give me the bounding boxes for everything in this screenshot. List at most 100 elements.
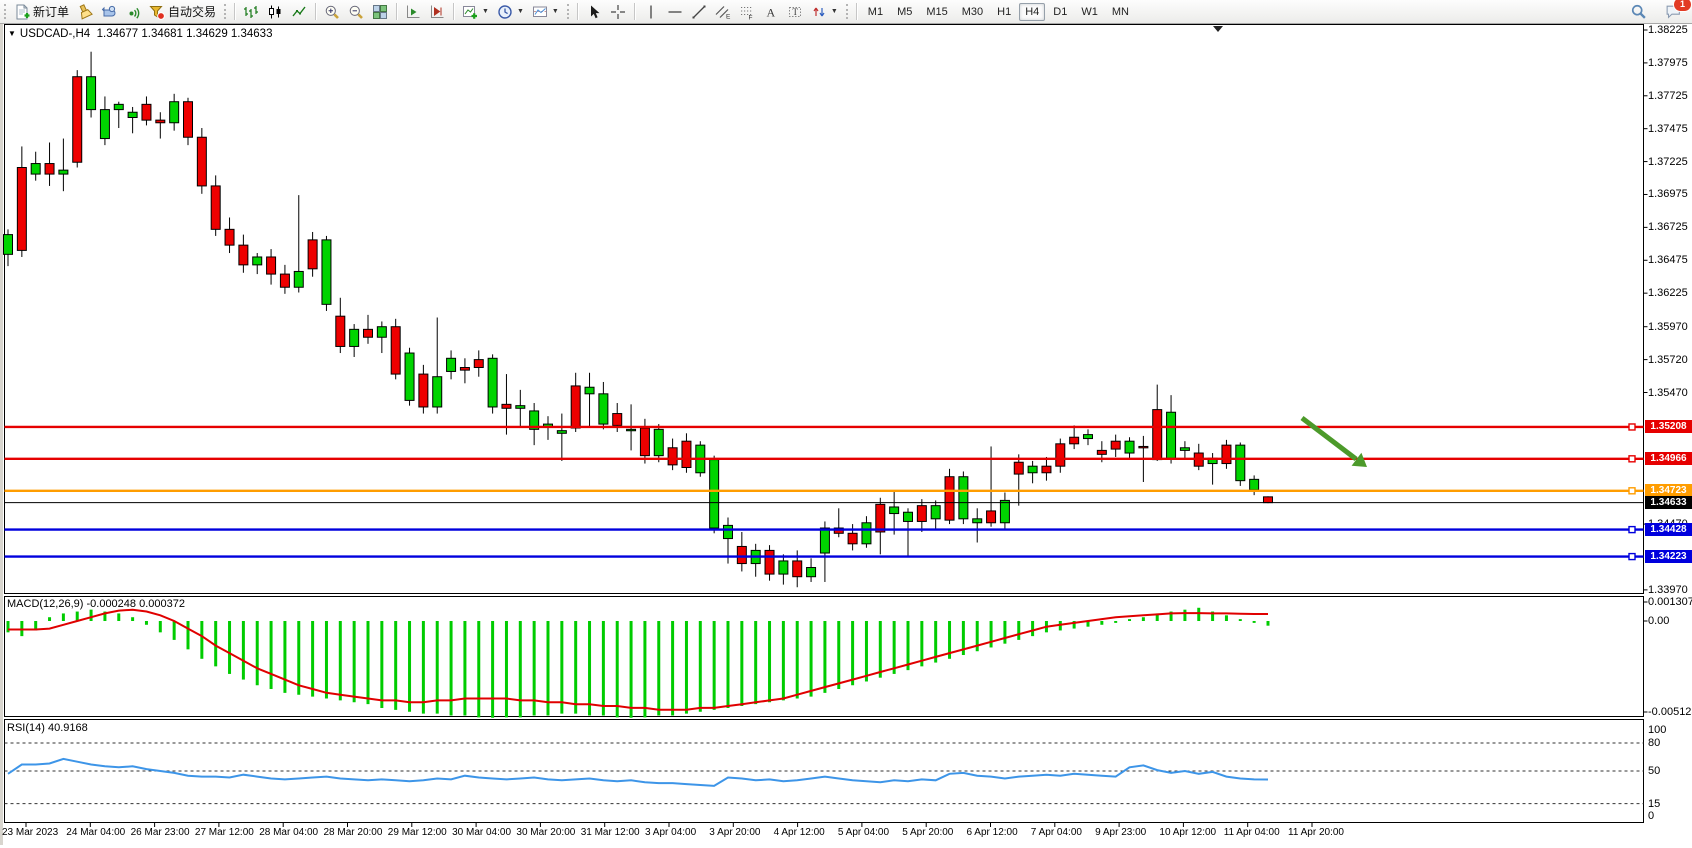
date-label: 29 Mar 12:00 [388, 827, 447, 839]
brush-icon [77, 4, 93, 20]
price-line-tag[interactable]: 1.35208 [1645, 420, 1692, 433]
price-line-tag[interactable]: 1.34223 [1645, 550, 1692, 563]
date-label: 23 Mar 2023 [2, 827, 58, 839]
tile-windows-button[interactable] [368, 1, 392, 23]
text-button[interactable]: A [759, 1, 783, 23]
candlestick-chart-icon [267, 4, 283, 20]
bar-chart-button[interactable] [239, 1, 263, 23]
candlestick-chart-button[interactable] [263, 1, 287, 23]
crosshair-button[interactable] [606, 1, 630, 23]
separator [453, 3, 454, 20]
templates-button[interactable]: ▼ [528, 1, 563, 23]
periods-button[interactable]: ▼ [493, 1, 528, 23]
timeframe-button-M5[interactable]: M5 [891, 3, 918, 21]
zoom-in-button[interactable] [320, 1, 344, 23]
timeframe-button-H1[interactable]: H1 [991, 3, 1017, 21]
timeframe-button-M1[interactable]: M1 [862, 3, 889, 21]
price-line-tag[interactable]: 1.34428 [1645, 523, 1692, 536]
text-label-icon: T [787, 4, 803, 20]
toolbar-grip[interactable] [567, 4, 569, 19]
vertical-line-button[interactable] [639, 1, 663, 23]
arrows-tool-button[interactable]: ▼ [807, 1, 842, 23]
templates-icon [532, 4, 548, 20]
svg-text:A: A [766, 5, 775, 19]
auto-scroll-icon [405, 4, 421, 20]
macd-axis-tick: -0.005123 [1648, 706, 1692, 718]
separator [315, 3, 316, 20]
chart-shift-button[interactable] [425, 1, 449, 23]
new-order-icon [14, 4, 30, 20]
price-axis-tick: 1.36475 [1648, 254, 1688, 266]
notifications-button[interactable]: 1 [1661, 1, 1686, 23]
timeframe-button-M30[interactable]: M30 [956, 3, 989, 21]
date-label: 30 Mar 04:00 [452, 827, 511, 839]
price-axis-tick: 1.36975 [1648, 188, 1688, 200]
macd-name: MACD(12,26,9) [7, 598, 83, 610]
date-label: 7 Apr 04:00 [1031, 827, 1082, 839]
price-axis-tick: 1.37975 [1648, 57, 1688, 69]
arrows-tool-icon [811, 4, 827, 20]
line-chart-icon [291, 4, 307, 20]
publisher-button[interactable] [97, 1, 121, 23]
svg-text:F: F [748, 14, 752, 20]
rsi-label: RSI(14) 40.9168 [7, 722, 88, 734]
text-label-button[interactable]: T [783, 1, 807, 23]
toolbar-grip[interactable] [4, 4, 6, 19]
one-click-toggle-icon[interactable]: ▼ [8, 29, 16, 38]
date-label: 24 Mar 04:00 [66, 827, 125, 839]
separator [856, 3, 857, 20]
chevron-down-icon: ▼ [831, 8, 838, 15]
macd-axis-tick: 0.001307 [1648, 596, 1692, 608]
trendline-icon [691, 4, 707, 20]
date-label: 3 Apr 04:00 [645, 827, 696, 839]
add-indicator-icon [462, 4, 478, 20]
cursor-icon [586, 4, 602, 20]
timeframe-button-H4[interactable]: H4 [1019, 3, 1045, 21]
timeframe-button-W1[interactable]: W1 [1075, 3, 1104, 21]
price-line-tag[interactable]: 1.34966 [1645, 452, 1692, 465]
chart-symbol: USDCAD-,H4 [20, 28, 90, 40]
add-indicator-button[interactable]: ▼ [458, 1, 493, 23]
trading-terminal-window: 新订单 自动交易 [0, 0, 1692, 848]
auto-scroll-button[interactable] [401, 1, 425, 23]
date-label: 30 Mar 20:00 [516, 827, 575, 839]
axis-labels-layer: 1.382251.379751.377251.374751.372251.369… [0, 0, 1692, 848]
price-axis-tick: 1.37725 [1648, 90, 1688, 102]
search-icon [1630, 3, 1647, 20]
date-label: 3 Apr 20:00 [709, 827, 760, 839]
date-label: 26 Mar 23:00 [131, 827, 190, 839]
signals-button[interactable] [121, 1, 145, 23]
macd-value: -0.000248 [86, 598, 136, 610]
toolbar-grip[interactable] [224, 4, 226, 19]
timeframe-button-M15[interactable]: M15 [920, 3, 953, 21]
price-axis-tick: 1.38225 [1648, 24, 1688, 36]
rsi-axis-tick: 15 [1648, 798, 1660, 810]
price-axis-tick: 1.35720 [1648, 354, 1688, 366]
equidistant-channel-button[interactable]: E [711, 1, 735, 23]
zoom-out-button[interactable] [344, 1, 368, 23]
date-label: 27 Mar 12:00 [195, 827, 254, 839]
search-button[interactable] [1626, 1, 1651, 23]
line-chart-button[interactable] [287, 1, 311, 23]
fibonacci-button[interactable]: F [735, 1, 759, 23]
chevron-down-icon: ▼ [482, 8, 489, 15]
date-label: 28 Mar 20:00 [324, 827, 383, 839]
date-label: 9 Apr 23:00 [1095, 827, 1146, 839]
rsi-axis-tick: 0 [1648, 810, 1654, 822]
rsi-value: 40.9168 [48, 722, 88, 734]
chart-shift-icon [429, 4, 445, 20]
date-label: 5 Apr 04:00 [838, 827, 889, 839]
auto-trading-button[interactable]: 自动交易 [145, 1, 220, 23]
timeframe-button-D1[interactable]: D1 [1047, 3, 1073, 21]
separator [396, 3, 397, 20]
trendline-button[interactable] [687, 1, 711, 23]
cursor-button[interactable] [582, 1, 606, 23]
date-label: 11 Apr 04:00 [1224, 827, 1280, 839]
timeframe-button-MN[interactable]: MN [1106, 3, 1135, 21]
new-order-button[interactable]: 新订单 [10, 1, 73, 23]
brush-button[interactable] [73, 1, 97, 23]
toolbar-grip[interactable] [846, 4, 848, 19]
horizontal-line-button[interactable] [663, 1, 687, 23]
separator [577, 3, 578, 20]
toolbar-right-group: 1 [1626, 0, 1686, 23]
